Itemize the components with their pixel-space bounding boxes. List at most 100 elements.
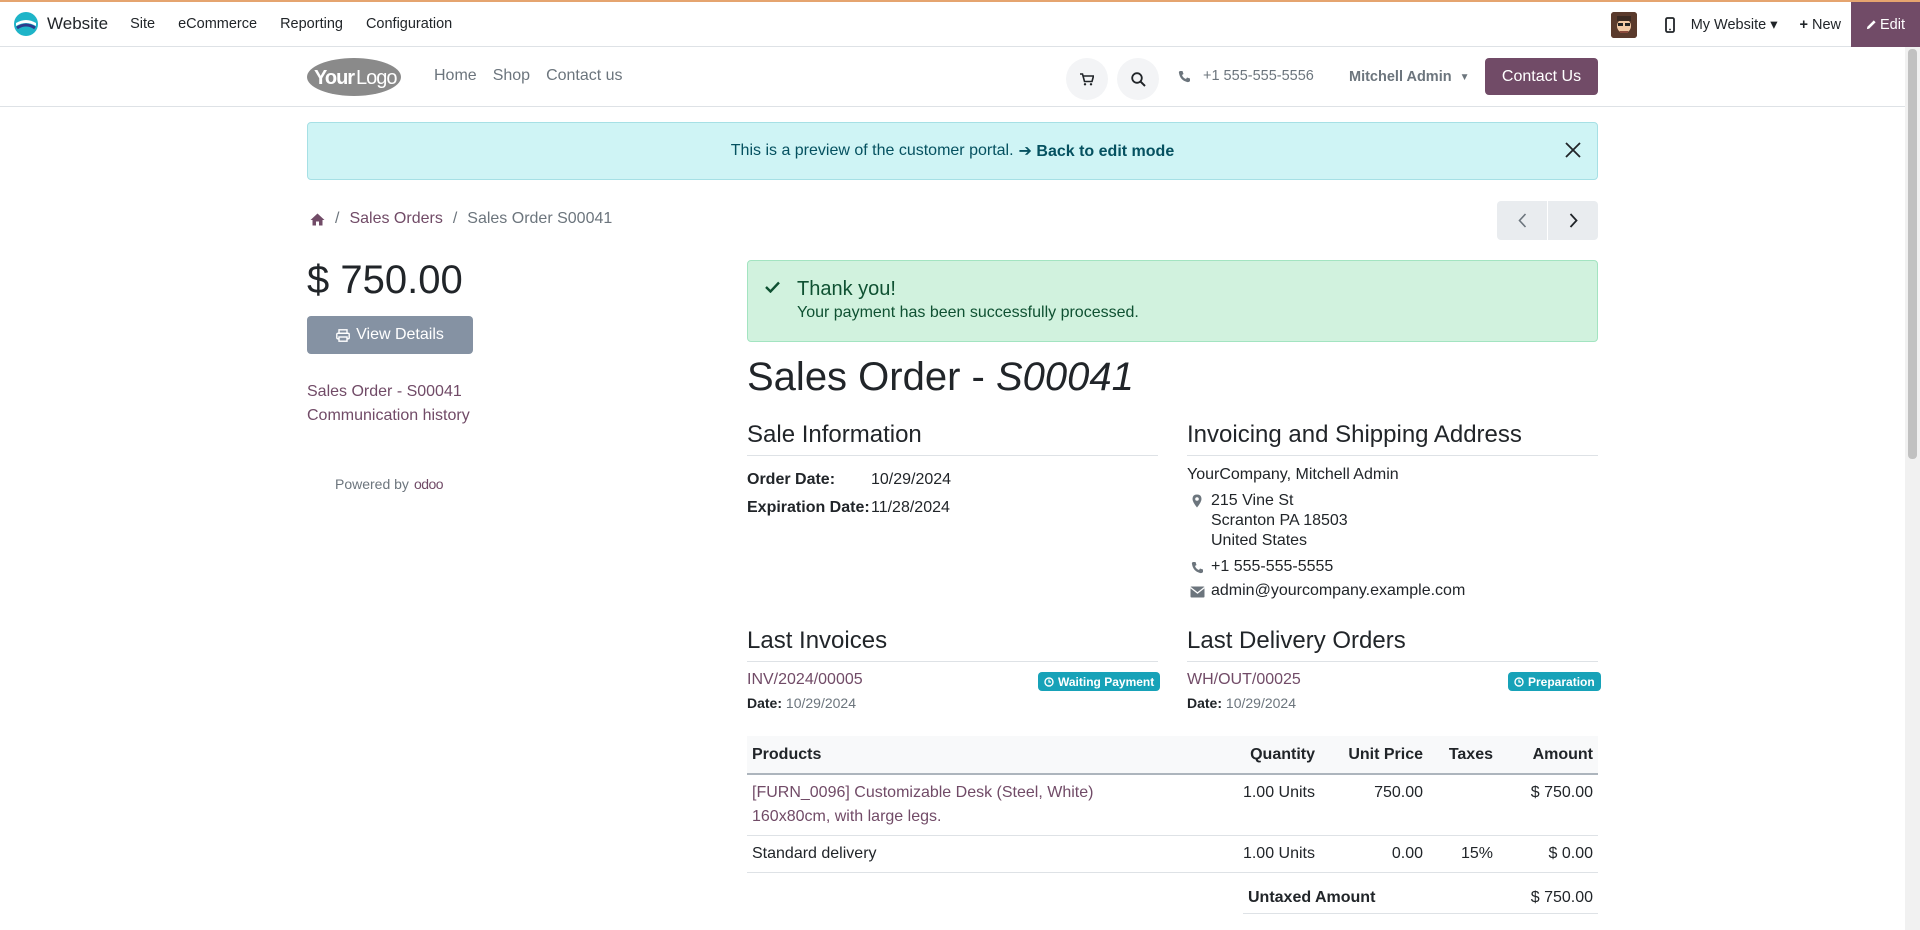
order-date-label: Order Date: <box>747 471 836 488</box>
invoice-date: Date: 10/29/2024 <box>747 695 856 711</box>
unit-price-cell: 750.00 <box>1320 774 1428 836</box>
col-unit-price: Unit Price <box>1320 736 1428 775</box>
products-table: Products Quantity Unit Price Taxes Amoun… <box>747 736 1598 873</box>
table-header-row: Products Quantity Unit Price Taxes Amoun… <box>747 736 1598 775</box>
pager-next-button[interactable] <box>1548 201 1598 240</box>
invoice-date-value: 10/29/2024 <box>785 695 856 711</box>
col-products: Products <box>747 736 1200 775</box>
order-totals: Untaxed Amount $ 750.00 <box>1243 883 1598 914</box>
amount-cell: $ 0.00 <box>1498 835 1598 873</box>
address-city: Scranton PA 18503 <box>1211 512 1348 529</box>
taxes-cell <box>1428 774 1498 836</box>
home-icon[interactable] <box>310 213 325 226</box>
expiration-date-label: Expiration Date: <box>747 499 870 516</box>
delivery-status-text: Preparation <box>1528 674 1595 689</box>
customer-email: admin@yourcompany.example.com <box>1211 582 1466 599</box>
website-app-icon <box>14 12 38 36</box>
odoo-logo[interactable]: odoo <box>414 476 444 492</box>
website-selector[interactable]: My Website ▾ <box>1691 17 1778 33</box>
pager-previous-button[interactable] <box>1497 201 1547 240</box>
caret-down-icon: ▼ <box>1459 71 1470 83</box>
user-avatar[interactable] <box>1610 11 1637 38</box>
edit-label: Edit <box>1880 16 1905 33</box>
caret-down-icon: ▾ <box>1770 16 1778 33</box>
success-message: Your payment has been successfully proce… <box>797 304 1139 321</box>
pencil-icon <box>1866 20 1876 30</box>
table-row: [FURN_0096] Customizable Desk (Steel, Wh… <box>747 774 1598 836</box>
success-title: Thank you! <box>797 278 896 300</box>
invoice-date-label: Date: <box>747 695 783 711</box>
clock-icon <box>1044 676 1054 687</box>
back-to-edit-link[interactable]: ➔ Back to edit mode <box>1019 141 1175 161</box>
cart-button[interactable] <box>1066 58 1108 100</box>
scrollbar-thumb[interactable] <box>1908 49 1917 459</box>
delivery-status-badge: Preparation <box>1508 672 1601 691</box>
menu-site[interactable]: Site <box>130 16 155 32</box>
order-date-value: 10/29/2024 <box>871 471 952 488</box>
customer-name: YourCompany, Mitchell Admin <box>1187 466 1399 483</box>
invoice-link[interactable]: INV/2024/00005 <box>747 671 863 689</box>
app-brand[interactable]: Website <box>13 11 108 37</box>
col-amount: Amount <box>1498 736 1598 775</box>
new-button[interactable]: + New <box>1799 17 1841 33</box>
title-prefix: Sales Order - <box>747 355 996 399</box>
table-row: Standard delivery 1.00 Units 0.00 15% $ … <box>747 835 1598 873</box>
map-marker-icon <box>1192 494 1202 508</box>
admin-top-bar: Website Site eCommerce Reporting Configu… <box>0 0 1920 47</box>
sidebar-link-sales-order[interactable]: Sales Order - S00041 <box>307 380 470 404</box>
breadcrumb-current: Sales Order S00041 <box>467 210 613 227</box>
header-phone-text: +1 555-555-5556 <box>1203 68 1314 84</box>
preview-alert-text: This is a preview of the customer portal… <box>730 142 1014 159</box>
nav-home[interactable]: Home <box>434 67 477 85</box>
edit-button[interactable]: Edit <box>1851 2 1920 47</box>
search-button[interactable] <box>1117 58 1159 100</box>
unit-price-cell: 0.00 <box>1320 835 1428 873</box>
delivery-link[interactable]: WH/OUT/00025 <box>1187 671 1301 689</box>
breadcrumb-separator: / <box>452 210 458 227</box>
new-label: New <box>1811 16 1841 33</box>
clock-icon <box>1514 676 1524 687</box>
last-delivery-orders-heading: Last Delivery Orders <box>1187 627 1598 662</box>
breadcrumb-separator: / <box>335 210 340 227</box>
menu-configuration[interactable]: Configuration <box>366 16 452 32</box>
invoice-status-badge: Waiting Payment <box>1038 672 1161 691</box>
payment-success-alert: Thank you! Your payment has been success… <box>747 260 1598 342</box>
untaxed-amount-value: $ 750.00 <box>1530 889 1593 906</box>
page-scrollbar[interactable] <box>1905 47 1920 930</box>
view-details-label: View Details <box>356 326 444 343</box>
phone-icon <box>1191 562 1203 574</box>
breadcrumb-sales-orders[interactable]: Sales Orders <box>349 210 442 228</box>
site-header: Your Logo Home Shop Contact us +1 555-55… <box>0 47 1905 107</box>
sale-information-heading: Sale Information <box>747 421 1158 456</box>
close-icon[interactable] <box>1563 140 1583 160</box>
header-phone[interactable]: +1 555-555-5556 <box>1178 68 1314 84</box>
amount-cell: $ 750.00 <box>1498 774 1598 836</box>
chevron-right-icon <box>1569 213 1578 228</box>
record-pager <box>1497 201 1598 240</box>
company-logo[interactable]: Your Logo <box>306 56 402 98</box>
sidebar-links: Sales Order - S00041 Communication histo… <box>307 380 470 428</box>
search-icon <box>1130 71 1146 87</box>
mobile-preview-icon[interactable] <box>1664 16 1675 33</box>
menu-ecommerce[interactable]: eCommerce <box>178 16 257 32</box>
menu-reporting[interactable]: Reporting <box>280 16 343 32</box>
page-title: Sales Order - S00041 <box>747 355 1134 400</box>
powered-by: Powered by odoo <box>335 476 444 492</box>
nav-contact-us[interactable]: Contact us <box>546 67 622 85</box>
portal-preview-alert: This is a preview of the customer portal… <box>307 122 1598 180</box>
product-cell: Standard delivery <box>747 835 1200 873</box>
col-quantity: Quantity <box>1200 736 1320 775</box>
contact-us-button[interactable]: Contact Us <box>1485 58 1598 95</box>
product-name: [FURN_0096] Customizable Desk (Steel, Wh… <box>752 784 1094 801</box>
product-cell[interactable]: [FURN_0096] Customizable Desk (Steel, Wh… <box>747 774 1200 836</box>
view-details-button[interactable]: View Details <box>307 316 473 354</box>
product-description: 160x80cm, with large legs. <box>752 808 942 825</box>
powered-by-text: Powered by <box>335 476 409 492</box>
avatar-image <box>1610 11 1637 38</box>
quantity-cell: 1.00 Units <box>1200 835 1320 873</box>
sidebar-link-communication-history[interactable]: Communication history <box>307 404 470 428</box>
nav-shop[interactable]: Shop <box>493 67 530 85</box>
user-menu[interactable]: Mitchell Admin ▼ <box>1349 69 1469 85</box>
delivery-date: Date: 10/29/2024 <box>1187 695 1296 711</box>
print-icon <box>336 328 351 342</box>
